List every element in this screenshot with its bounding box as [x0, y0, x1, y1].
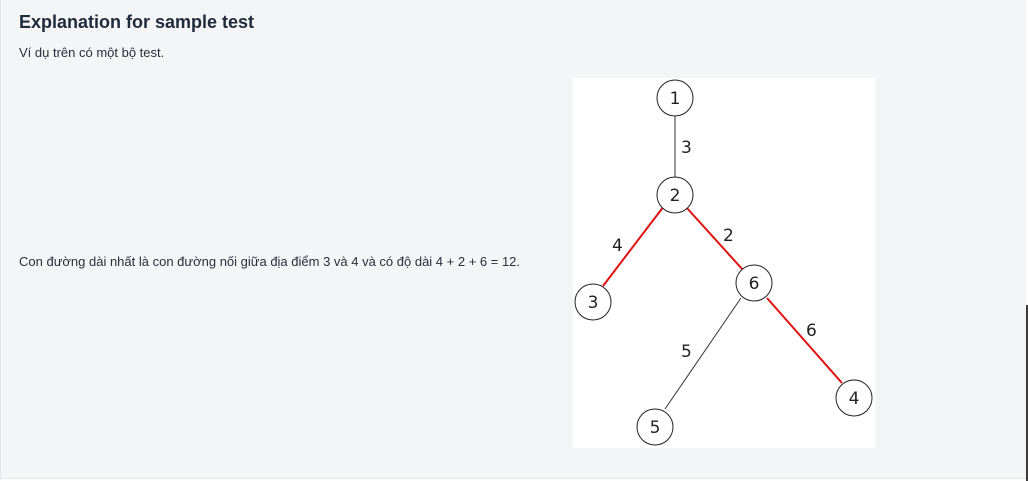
svg-text:1: 1	[670, 89, 681, 109]
test-count-text: Ví dụ trên có một bộ test.	[19, 45, 165, 60]
edge-6-4	[766, 297, 843, 384]
edge-6-4-weight: 6	[806, 321, 817, 341]
section-title: Explanation for sample test	[19, 12, 255, 32]
tree-node-1: 1	[656, 79, 694, 117]
svg-text:4: 4	[849, 389, 860, 409]
tree-node-5: 5	[636, 408, 674, 446]
explanation-panel: Explanation for sample test Ví dụ trên c…	[0, 0, 1026, 479]
svg-text:3: 3	[588, 293, 599, 313]
tree-node-3: 3	[574, 283, 612, 321]
edge-2-3-weight: 4	[612, 236, 623, 256]
edge-1-2-weight: 3	[681, 138, 692, 158]
edge-6-5	[664, 297, 742, 410]
tree-svg: 3 4 2 5 6 1 2 3 6 5 4	[574, 79, 873, 446]
tree-node-6: 6	[735, 264, 773, 302]
tree-node-2: 2	[656, 176, 694, 214]
edge-2-6	[685, 206, 744, 271]
svg-text:5: 5	[650, 418, 661, 438]
tree-diagram: 3 4 2 5 6 1 2 3 6 5 4	[573, 78, 875, 448]
edge-6-5-weight: 5	[681, 342, 692, 362]
tree-node-4: 4	[835, 379, 873, 417]
svg-text:6: 6	[749, 274, 760, 294]
explanation-text: Con đường dài nhất là con đường nối giữa…	[19, 254, 521, 269]
edge-2-6-weight: 2	[723, 226, 734, 246]
svg-text:2: 2	[670, 186, 681, 206]
